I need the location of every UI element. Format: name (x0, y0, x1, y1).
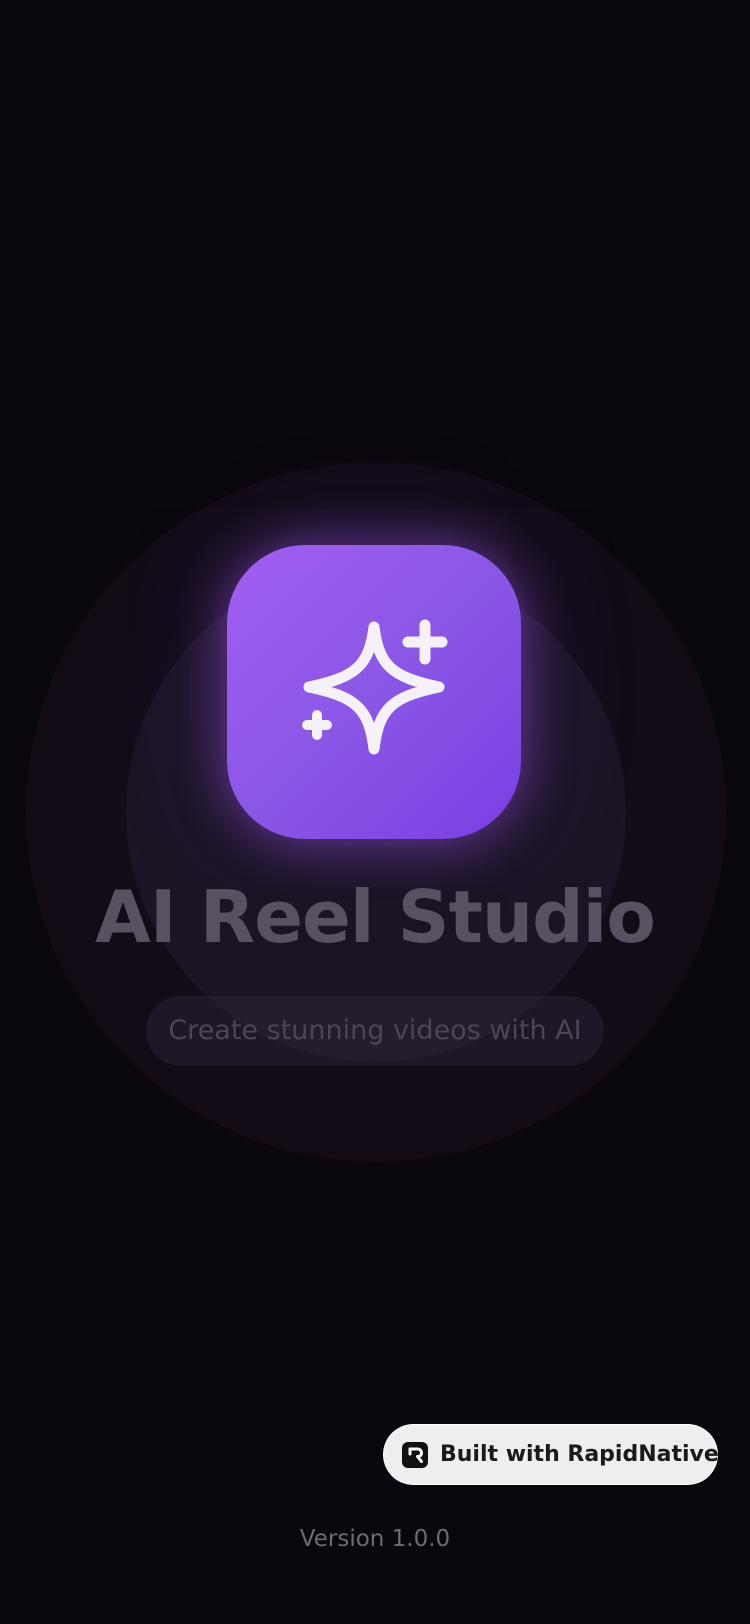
app-title: AI Reel Studio (95, 875, 656, 959)
version-label: Version 1.0.0 (299, 1526, 451, 1552)
app-logo (227, 545, 521, 839)
built-with-label: Built with RapidNative (440, 1442, 719, 1467)
rapidnative-logo-icon (402, 1441, 428, 1468)
tagline-pill: Create stunning videos with AI (146, 996, 604, 1066)
app-tagline: Create stunning videos with AI (168, 1015, 582, 1046)
built-with-badge[interactable]: Built with RapidNative (384, 1425, 719, 1484)
splash-screen: AI Reel Studio Create stunning videos wi… (0, 0, 750, 1624)
sparkles-icon (302, 619, 448, 755)
